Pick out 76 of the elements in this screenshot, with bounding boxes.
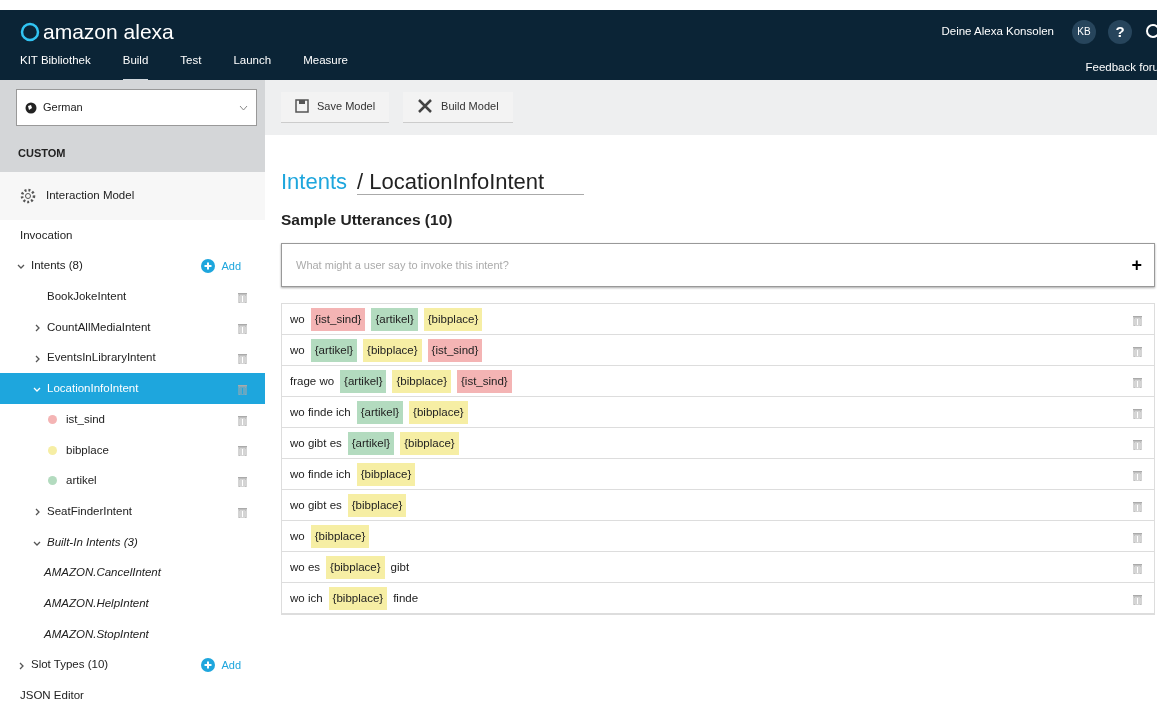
- tree-item[interactable]: EventsInLibraryIntent: [0, 342, 265, 374]
- utterance-text: wo: [290, 528, 305, 544]
- slot-tag: {bibplace}: [326, 555, 385, 579]
- tree-item[interactable]: artikel: [0, 465, 265, 497]
- globe-icon: [25, 101, 37, 114]
- slot-tag: {artikel}: [356, 400, 404, 424]
- nav-tab[interactable]: Measure: [303, 47, 348, 82]
- utterance-text: gibt: [390, 559, 410, 575]
- slot-tag: {artikel}: [347, 431, 395, 455]
- build-button[interactable]: Build Model: [403, 91, 513, 124]
- slot-tag: {ist_sind}: [310, 307, 366, 331]
- consoles-link[interactable]: Deine Alexa Konsolen: [941, 23, 1054, 41]
- tree-item[interactable]: BookJokeIntent: [0, 281, 265, 313]
- tree-item[interactable]: AMAZON.StopIntent: [0, 618, 265, 650]
- plus-circle-icon: [201, 657, 216, 672]
- slot-tag: {ist_sind}: [427, 338, 483, 362]
- chevron-right-icon: [34, 508, 40, 517]
- utterance-text: wo: [290, 311, 305, 327]
- slot-tag: {bibplace}: [347, 493, 407, 517]
- slot-tag: {bibplace}: [356, 462, 416, 486]
- slot-tag: {artikel}: [340, 369, 387, 393]
- brand-name: amazon alexa: [43, 19, 174, 45]
- help-button[interactable]: ?: [1108, 19, 1132, 44]
- tree-item[interactable]: Built-In Intents (3): [0, 526, 265, 558]
- slot-tag: {bibplace}: [328, 586, 388, 610]
- save-icon: [295, 99, 309, 113]
- section-heading: Sample Utterances (10): [281, 210, 454, 230]
- section-header: CUSTOM: [0, 135, 265, 172]
- tree-item[interactable]: Invocation: [0, 220, 265, 251]
- chevron-down-icon: [33, 387, 41, 393]
- chevron-down-icon: [17, 264, 25, 270]
- chevron-down-icon: [239, 104, 248, 111]
- nav-tab[interactable]: KIT Bibliothek: [20, 47, 91, 82]
- tree-item[interactable]: Intents (8) Add: [0, 250, 265, 282]
- slot-tag: {bibplace}: [409, 400, 468, 424]
- slot-tag: {artikel}: [310, 338, 358, 362]
- gear-icon: [20, 188, 36, 204]
- slot-tag: {bibplace}: [400, 431, 459, 455]
- tree-item[interactable]: AMAZON.CancelIntent: [0, 557, 265, 589]
- interaction-model-link[interactable]: Interaction Model: [46, 187, 135, 205]
- slot-tag: {bibplace}: [363, 338, 422, 362]
- tree-item[interactable]: Slot Types (10) Add: [0, 649, 265, 681]
- slot-tag: {bibplace}: [310, 524, 370, 548]
- tree-item[interactable]: bibplace: [0, 434, 265, 466]
- slot-tag: {artikel}: [371, 307, 418, 331]
- plus-circle-icon: [201, 259, 216, 274]
- utterance-input[interactable]: What might a user say to invoke this intent? +: [281, 243, 1155, 288]
- logo-icon: [20, 21, 40, 42]
- user-avatar[interactable]: KB: [1072, 19, 1096, 44]
- utterance-text: wo es: [290, 559, 321, 575]
- utterance-text: wo gibt es: [290, 435, 342, 451]
- utterance-text: finde: [393, 590, 419, 606]
- slot-tag: {bibplace}: [423, 307, 483, 331]
- nav-tab[interactable]: Test: [180, 47, 202, 82]
- tree-item[interactable]: ist_sind: [0, 404, 265, 435]
- save-button[interactable]: Save Model: [281, 91, 390, 124]
- utterance-text: wo: [290, 342, 305, 358]
- add-button[interactable]: +: [1131, 251, 1142, 279]
- chevron-down-icon: [33, 540, 41, 546]
- language-select[interactable]: German: [16, 89, 257, 126]
- utterance-text: wo gibt es: [290, 497, 342, 513]
- intent-title: / LocationInfoIntent: [357, 169, 585, 195]
- utterance-text: wo ich: [290, 590, 323, 606]
- nav-tab[interactable]: Launch: [233, 47, 272, 82]
- slot-tag: {bibplace}: [392, 369, 451, 393]
- slot-tag: {ist_sind}: [457, 369, 512, 393]
- tree-item[interactable]: AMAZON.HelpIntent: [0, 588, 265, 619]
- utterance-text: frage wo: [290, 373, 335, 389]
- chevron-right-icon: [18, 661, 24, 670]
- utterance-text: wo finde ich: [290, 466, 351, 482]
- tree-item[interactable]: CountAllMediaIntent: [0, 312, 265, 343]
- utterance-text: wo finde ich: [290, 404, 351, 420]
- tree-item[interactable]: JSON Editor: [0, 680, 265, 711]
- chevron-right-icon: [34, 324, 40, 333]
- tree-item[interactable]: SeatFinderIntent: [0, 496, 265, 527]
- chevron-right-icon: [34, 354, 40, 363]
